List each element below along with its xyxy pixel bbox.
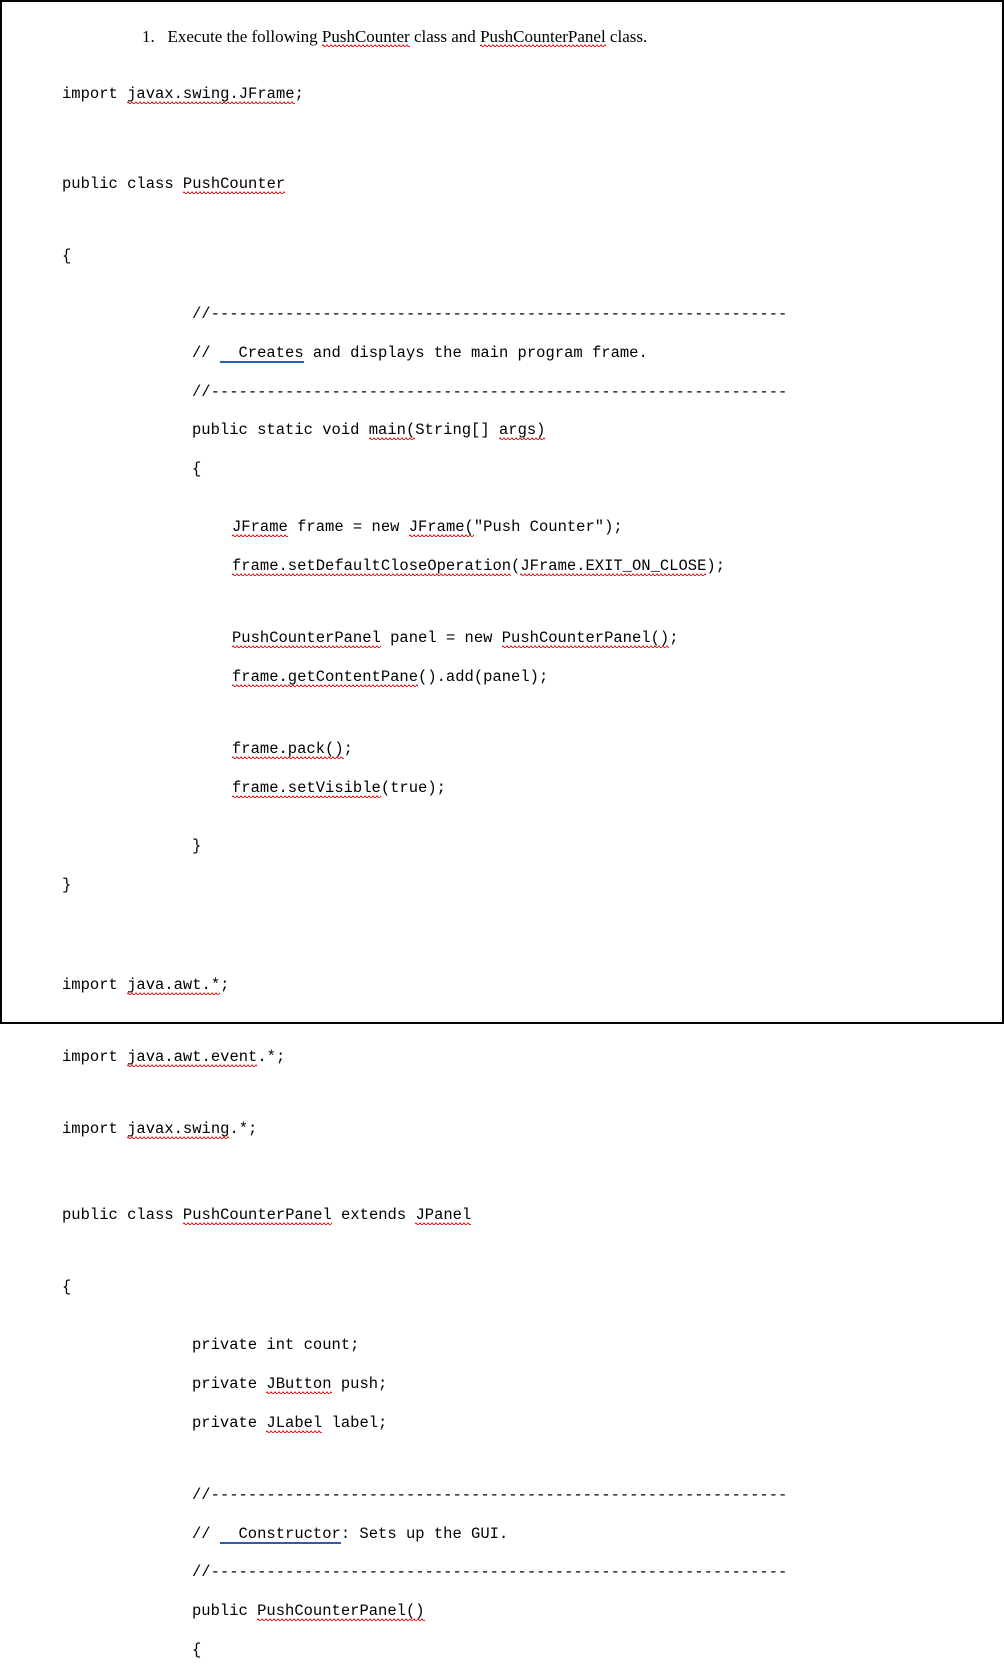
classname-pushcounter: PushCounter [183,175,285,194]
main-sig: main( [369,421,416,440]
class-ref-1: PushCounter [322,27,410,47]
instruction-number: 1. [142,27,155,46]
import-1: javax.swing.JFrame [127,85,294,104]
code-block-pushcounterpanel: import java.awt.*; import java.awt.event… [62,956,942,1679]
comment-constructor: Constructor [220,1525,341,1544]
comment-creates: Creates [220,344,304,363]
code-block-pushcounter: import javax.swing.JFrame; public class … [62,65,942,914]
import-2: java.awt.* [127,976,220,995]
classname-pushcounterpanel: PushCounterPanel [183,1206,332,1225]
instruction-text: Execute the following [168,27,322,46]
import-3: java.awt.event [127,1048,257,1067]
import-4: javax.swing [127,1120,229,1139]
instruction: 1. Execute the following PushCounter cla… [142,26,942,47]
class-ref-2: PushCounterPanel [480,27,606,47]
